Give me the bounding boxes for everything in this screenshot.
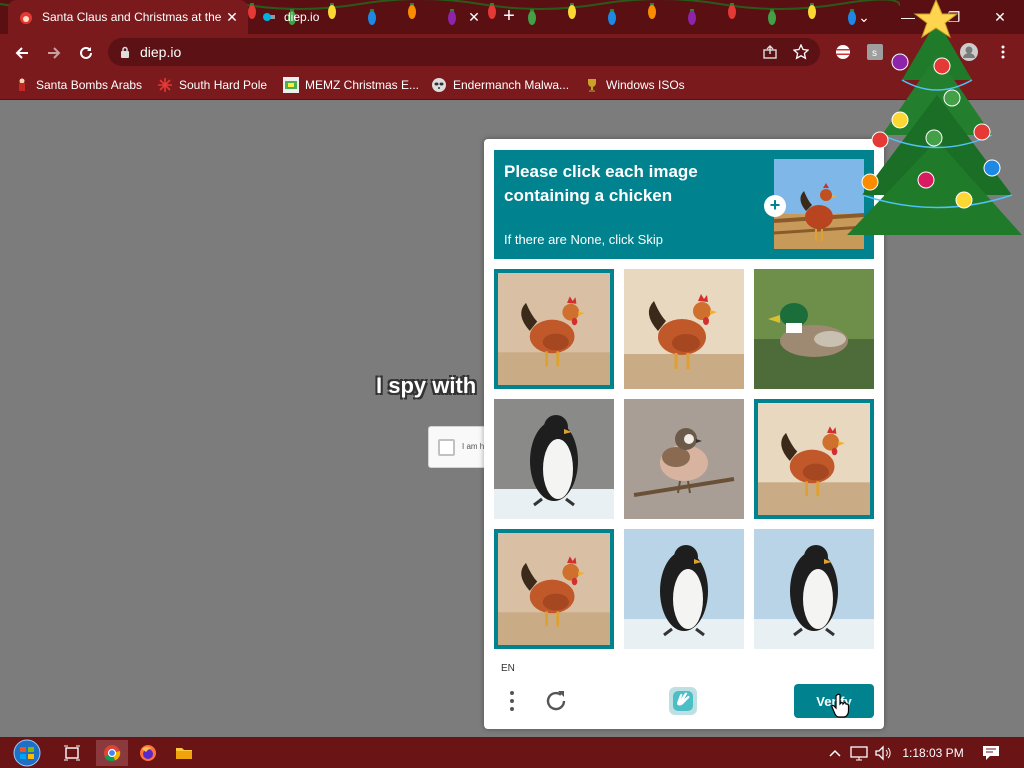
sparrow-image xyxy=(624,399,744,519)
challenge-image-tile-penguin[interactable] xyxy=(624,529,744,649)
bookmark-south-hard-pole[interactable]: South Hard Pole xyxy=(157,75,267,95)
penguin-image xyxy=(494,399,614,519)
santa-figure-icon xyxy=(19,78,25,91)
lock-icon xyxy=(121,46,129,58)
firefox-taskbar-button[interactable] xyxy=(134,740,162,766)
notification-icon[interactable] xyxy=(978,740,1004,766)
reload-button[interactable] xyxy=(73,40,99,66)
chicken-image xyxy=(498,273,610,385)
challenge-image-tile-chicken[interactable] xyxy=(624,269,744,389)
bookmark-windows-isos[interactable]: Windows ISOs xyxy=(584,75,685,95)
network-icon[interactable] xyxy=(848,740,870,766)
task-view-icon xyxy=(64,745,80,761)
challenge-image-tile-penguin[interactable] xyxy=(494,399,614,519)
language-selector[interactable]: EN xyxy=(501,663,515,674)
diep-favicon-icon xyxy=(263,13,275,21)
challenge-prompt-header: Please click each image containing a chi… xyxy=(494,150,874,259)
back-arrow-icon xyxy=(15,47,28,59)
tab-diep-io[interactable]: diep.io ✕ xyxy=(250,0,490,34)
penguin-image xyxy=(624,529,744,649)
file-explorer-icon xyxy=(176,748,192,759)
bookmark-star-icon[interactable] xyxy=(790,41,812,63)
tab-title: Santa Claus and Christmas at the xyxy=(42,10,222,24)
memz-icon xyxy=(283,77,299,93)
challenge-image-tile-duck[interactable] xyxy=(754,269,874,389)
challenge-image-tile-chicken[interactable] xyxy=(494,269,614,389)
challenge-menu-button[interactable] xyxy=(502,687,522,715)
start-orb-icon xyxy=(13,739,41,767)
refresh-icon xyxy=(546,691,566,711)
hcaptcha-logo-icon[interactable] xyxy=(667,685,699,717)
chrome-icon xyxy=(104,745,121,762)
chicken-image xyxy=(498,533,610,645)
bookmark-santa-bombs-arabs[interactable]: Santa Bombs Arabs xyxy=(14,75,142,95)
windows-taskbar: 1:18:03 PM xyxy=(0,737,1024,768)
address-bar[interactable]: diep.io xyxy=(108,38,820,66)
christmas-tree-decoration xyxy=(847,0,1022,235)
close-tab-icon[interactable]: ✕ xyxy=(464,9,484,26)
captcha-anchor-label: I am h xyxy=(462,442,485,451)
file-explorer-taskbar-button[interactable] xyxy=(170,740,198,766)
challenge-question: Please click each image containing a chi… xyxy=(504,162,698,205)
hand-cursor-icon xyxy=(831,693,849,718)
forward-button[interactable] xyxy=(41,40,67,66)
challenge-image-tile-sparrow[interactable] xyxy=(624,399,744,519)
firefox-icon xyxy=(140,745,156,761)
santa-favicon-icon xyxy=(20,12,32,24)
challenge-image-tile-penguin[interactable] xyxy=(754,529,874,649)
task-view-button[interactable] xyxy=(60,740,84,766)
captcha-checkbox[interactable] xyxy=(438,439,455,456)
close-tab-icon[interactable]: ✕ xyxy=(222,9,242,26)
share-icon[interactable] xyxy=(759,41,781,63)
tab-santa-claus[interactable]: Santa Claus and Christmas at the ✕ xyxy=(8,0,248,34)
page-heading: I spy with xyxy=(376,373,477,398)
challenge-hint: If there are None, click Skip xyxy=(504,232,663,247)
volume-icon[interactable] xyxy=(872,740,894,766)
duck-image xyxy=(754,269,874,389)
forward-arrow-icon xyxy=(48,47,61,59)
captcha-challenge-dialog: Please click each image containing a chi… xyxy=(484,139,884,729)
back-button[interactable] xyxy=(9,40,35,66)
url-text: diep.io xyxy=(140,44,182,60)
new-tab-button[interactable]: + xyxy=(498,6,520,28)
bookmark-memz-christmas[interactable]: MEMZ Christmas E... xyxy=(283,75,419,95)
trophy-icon xyxy=(588,79,596,92)
example-expand-icon[interactable]: + xyxy=(764,195,786,217)
tab-title: diep.io xyxy=(284,10,320,24)
start-button[interactable] xyxy=(6,739,48,767)
challenge-image-tile-chicken[interactable] xyxy=(754,399,874,519)
taskbar-clock[interactable]: 1:18:03 PM xyxy=(898,737,968,768)
penguin-image xyxy=(754,529,874,649)
chicken-image xyxy=(624,269,744,389)
refresh-challenge-button[interactable] xyxy=(542,687,570,715)
chicken-image xyxy=(758,403,870,515)
snowflake-icon xyxy=(158,78,172,92)
tray-chevron-icon[interactable] xyxy=(826,740,844,766)
challenge-image-tile-chicken[interactable] xyxy=(494,529,614,649)
reload-icon xyxy=(80,46,92,59)
chrome-taskbar-button[interactable] xyxy=(96,740,128,766)
vertical-dots-icon xyxy=(510,691,514,711)
bookmark-endermanch-malware[interactable]: Endermanch Malwa... xyxy=(431,75,569,95)
raccoon-icon xyxy=(432,78,446,92)
